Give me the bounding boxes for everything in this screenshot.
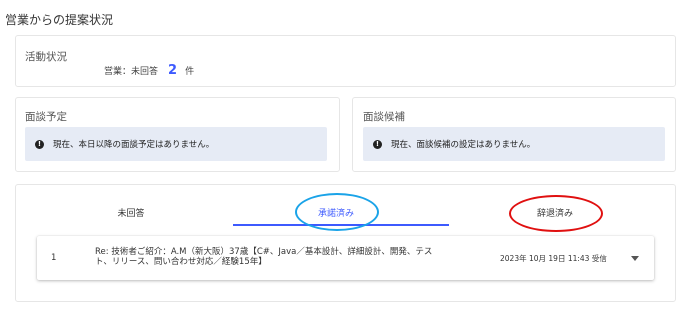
proposal-subject-line1: Re: 技術者ご紹介：A.M（新大阪）37歳【C#、Java／基本設計、詳細設計… [95,247,433,257]
interview-schedule-notice: ! 現在、本日以降の面談予定はありません。 [25,127,327,161]
activity-status-card: 活動状況 営業：未回答 2 件 [15,35,676,87]
proposal-row[interactable]: 1 Re: 技術者ご紹介：A.M（新大阪）37歳【C#、Java／基本設計、詳細… [37,236,654,280]
interview-candidates-notice: ! 現在、面談候補の設定はありません。 [363,127,665,161]
info-icon: ! [35,139,44,149]
proposal-number: 1 [51,253,57,263]
highlight-circle-accepted [295,193,379,231]
interview-schedule-notice-text: 現在、本日以降の面談予定はありません。 [53,140,215,150]
interview-candidates-notice-text: 現在、面談候補の設定はありません。 [391,140,536,150]
interview-schedule-card: 面談予定 ! 現在、本日以降の面談予定はありません。 [15,97,340,172]
proposal-subject-line2: ト、リリース、問い合わせ対応／経験15年】 [95,257,267,267]
proposals-card: 未回答 承諾済み 辞退済み 1 Re: 技術者ご紹介：A.M（新大阪）37歳【C… [15,184,676,302]
unanswered-summary[interactable]: 営業：未回答 2 件 [104,63,194,78]
interview-candidates-title: 面談候補 [363,111,405,123]
interview-candidates-card: 面談候補 ! 現在、面談候補の設定はありません。 [352,97,676,172]
highlight-circle-declined [509,195,603,232]
proposal-received-date: 2023年 10月 19日 11:43 受信 [500,254,607,263]
unanswered-unit: 件 [185,67,195,77]
activity-status-title: 活動状況 [25,51,67,63]
unanswered-count[interactable]: 2 [168,63,177,78]
chevron-down-icon[interactable] [631,256,639,261]
proposal-subject[interactable]: Re: 技術者ご紹介：A.M（新大阪）37歳【C#、Java／基本設計、詳細設計… [95,247,485,267]
unanswered-label: 営業：未回答 [104,67,159,77]
interview-schedule-title: 面談予定 [25,111,67,123]
page-title: 営業からの提案状況 [5,13,114,27]
tab-unanswered[interactable]: 未回答 [101,206,161,219]
info-icon: ! [373,139,382,149]
